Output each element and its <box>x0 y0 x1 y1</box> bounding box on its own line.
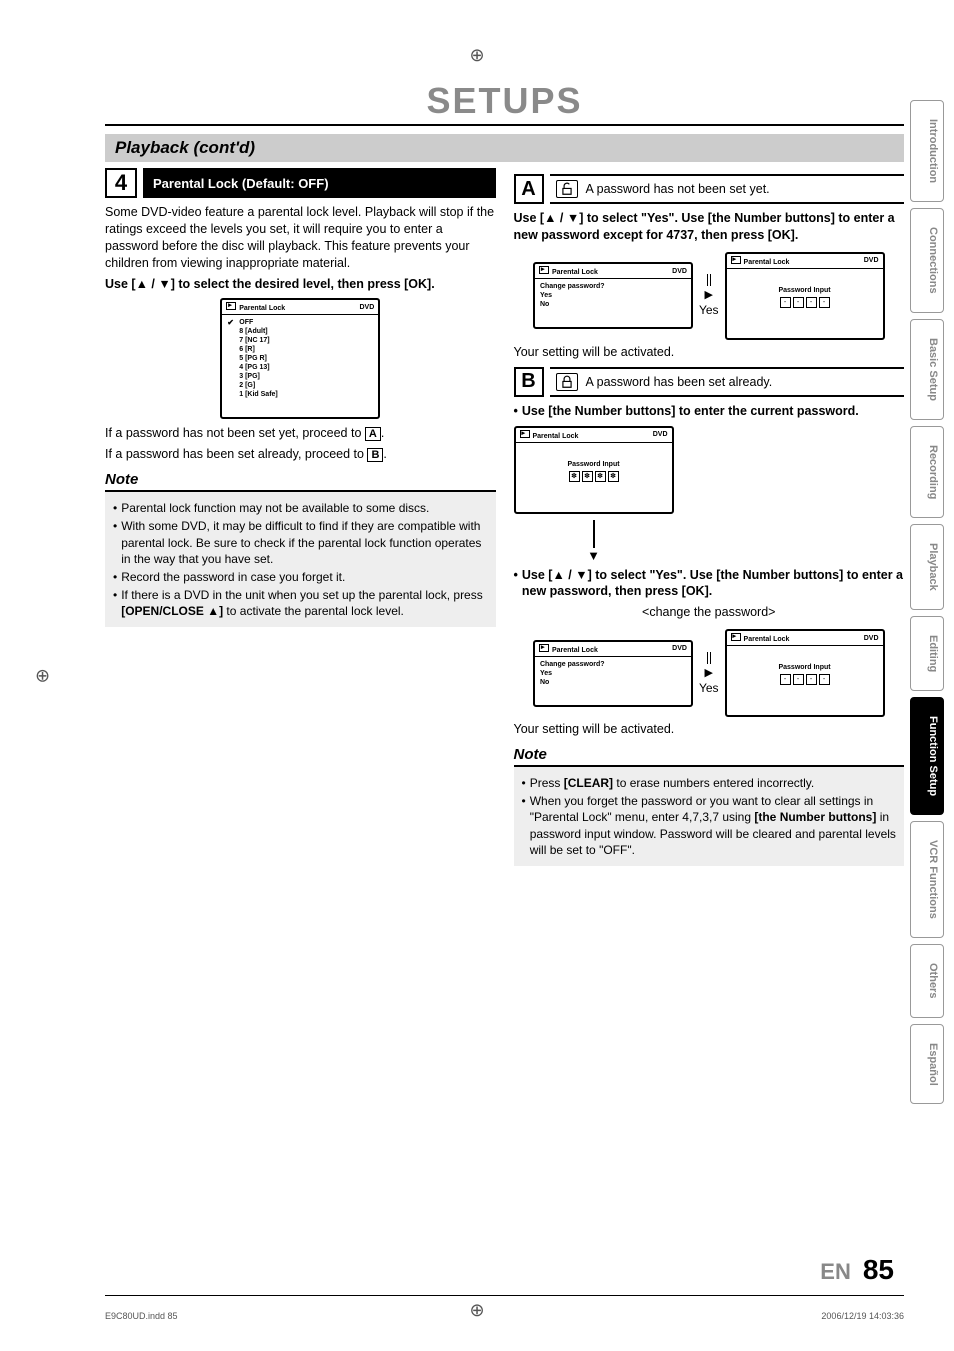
left-column: 4 Parental Lock (Default: OFF) Some DVD-… <box>105 168 496 866</box>
osd-item: 7 [NC 17] <box>227 336 373 345</box>
tab-recording[interactable]: Recording <box>910 426 944 518</box>
note-item: If there is a DVD in the unit when you s… <box>121 587 487 619</box>
osd-title-text: Parental Lock <box>239 305 285 312</box>
footer-rule <box>105 1295 904 1296</box>
tab-basic-setup[interactable]: Basic Setup <box>910 319 944 420</box>
ref-b: B <box>367 448 383 462</box>
osd-item: 5 [PG R] <box>227 354 373 363</box>
box-b-bullet2: •Use [▲ / ▼] to select "Yes". Use [the N… <box>514 567 905 601</box>
box-b-letter: B <box>514 367 544 397</box>
note2-item: When you forget the password or you want… <box>530 793 896 858</box>
tab-playback[interactable]: Playback <box>910 524 944 610</box>
note-body: •Parental lock function may not be avail… <box>105 492 496 627</box>
step-header: Parental Lock (Default: OFF) <box>143 168 496 198</box>
crop-mark-bottom: ⊕ <box>469 1300 484 1321</box>
note-header: Note <box>105 471 496 492</box>
note2-item: Press [CLEAR] to erase numbers entered i… <box>530 775 815 791</box>
arrow-down-icon <box>514 520 674 563</box>
arrow-right-icon: Yes <box>699 274 719 317</box>
proceed-b-text: If a password has been set already, proc… <box>105 446 496 463</box>
box-b-after: Your setting will be activated. <box>514 721 905 738</box>
tab-connections[interactable]: Connections <box>910 208 944 313</box>
footer-lang: EN <box>820 1259 851 1285</box>
box-b-text: A password has been set already. <box>586 375 773 389</box>
tab-others[interactable]: Others <box>910 944 944 1017</box>
box-b-bullet1: •Use [the Number buttons] to enter the c… <box>514 403 905 420</box>
osd-badge: DVD <box>359 304 374 311</box>
step-number: 4 <box>105 168 137 198</box>
tab-function-setup[interactable]: Function Setup <box>910 697 944 815</box>
osd-level-list: Parental Lock DVD OFF 8 [Adult] 7 [NC 17… <box>220 298 380 419</box>
box-a-text: A password has not been set yet. <box>586 182 770 196</box>
osd-item: OFF <box>227 318 373 327</box>
note2-body: •Press [CLEAR] to erase numbers entered … <box>514 767 905 866</box>
right-column: A A password has not been set yet. Use [… <box>514 168 905 866</box>
arrow-label: Yes <box>699 303 719 317</box>
intro-paragraph: Some DVD-video feature a parental lock l… <box>105 204 496 272</box>
side-tabs: Introduction Connections Basic Setup Rec… <box>910 100 944 1104</box>
section-header: Playback (cont'd) <box>105 134 904 162</box>
osd-password-input: Parental LockDVD Password Input - - - - <box>725 252 885 340</box>
tab-editing[interactable]: Editing <box>910 616 944 691</box>
osd-change-password: Parental LockDVD Change password? Yes No <box>533 262 693 329</box>
osd-item: 1 [Kid Safe] <box>227 390 373 399</box>
page-title: SETUPS <box>105 80 904 126</box>
osd-item: 3 [PG] <box>227 372 373 381</box>
osd-password-entered: Parental LockDVD Password Input ✽ ✽ ✽ ✽ <box>514 426 674 514</box>
tab-introduction[interactable]: Introduction <box>910 100 944 202</box>
ref-a: A <box>365 427 381 441</box>
osd-password-input-b: Parental LockDVD Password Input - - - - <box>725 629 885 717</box>
footer-page: 85 <box>863 1254 894 1286</box>
note-item: Record the password in case you forget i… <box>121 569 345 585</box>
arrow-right-icon: Yes <box>699 652 719 695</box>
change-password-caption: <change the password> <box>514 604 905 621</box>
unlocked-icon <box>556 180 578 198</box>
osd-change-password-b: Parental LockDVD Change password? Yes No <box>533 640 693 707</box>
tab-espanol[interactable]: Español <box>910 1024 944 1105</box>
osd-item: 4 [PG 13] <box>227 363 373 372</box>
note-item: Parental lock function may not be availa… <box>121 500 429 516</box>
arrow-label: Yes <box>699 681 719 695</box>
box-a-after: Your setting will be activated. <box>514 344 905 361</box>
box-a-letter: A <box>514 174 544 204</box>
note-item: With some DVD, it may be difficult to fi… <box>121 518 487 567</box>
tab-vcr-functions[interactable]: VCR Functions <box>910 821 944 938</box>
print-file: E9C80UD.indd 85 <box>105 1311 178 1321</box>
osd-item: 8 [Adult] <box>227 327 373 336</box>
note2-header: Note <box>514 746 905 767</box>
osd-item: 2 [G] <box>227 381 373 390</box>
box-a-instruction: Use [▲ / ▼] to select "Yes". Use [the Nu… <box>514 210 905 244</box>
instruction-select-level: Use [▲ / ▼] to select the desired level,… <box>105 276 496 293</box>
locked-icon <box>556 373 578 391</box>
print-timestamp: 2006/12/19 14:03:36 <box>821 1311 904 1321</box>
osd-item: 6 [R] <box>227 345 373 354</box>
proceed-a-text: If a password has not been set yet, proc… <box>105 425 496 442</box>
